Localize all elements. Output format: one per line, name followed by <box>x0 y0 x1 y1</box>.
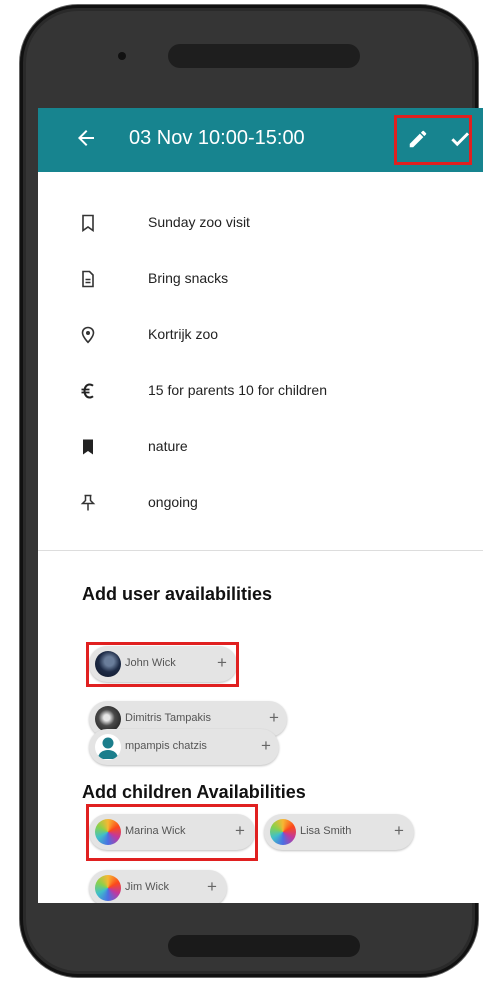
check-icon[interactable] <box>448 128 472 150</box>
children-section-title: Add children Availabilities <box>82 782 306 802</box>
add-icon[interactable]: + <box>394 822 404 840</box>
event-location: Kortrijk zoo <box>148 326 219 342</box>
event-category: nature <box>148 438 188 454</box>
arrow-left-icon[interactable] <box>74 126 98 150</box>
avatar <box>95 875 121 901</box>
child-name: Lisa Smith <box>300 825 352 837</box>
avatar <box>95 734 121 760</box>
euro-icon <box>81 383 94 399</box>
add-icon[interactable]: + <box>269 709 279 727</box>
event-title: Sunday zoo visit <box>148 214 250 230</box>
user-chip-mpampis-chatzis[interactable]: mpampis chatzis + <box>89 729 279 765</box>
add-icon[interactable]: + <box>207 878 217 896</box>
event-description: Bring snacks <box>148 270 229 286</box>
add-icon[interactable]: + <box>261 737 271 755</box>
pushpin-icon <box>80 494 96 511</box>
bookmark-outline-icon <box>82 214 94 232</box>
highlight-john-wick <box>86 642 239 687</box>
event-cost: 15 for parents 10 for children <box>148 382 327 398</box>
users-section-title: Add user availabilities <box>82 584 273 604</box>
event-status: ongoing <box>148 494 198 510</box>
bottom-speaker <box>168 935 360 957</box>
avatar <box>270 819 296 845</box>
document-icon <box>82 270 94 288</box>
app-bar: 03 Nov 10:00-15:00 <box>38 108 483 172</box>
section-divider <box>38 550 483 551</box>
child-name: Jim Wick <box>125 881 169 893</box>
user-name: Dimitris Tampakis <box>125 712 211 724</box>
user-name: mpampis chatzis <box>125 740 207 752</box>
child-chip-lisa-smith[interactable]: Lisa Smith + <box>264 814 414 850</box>
location-pin-icon <box>81 326 95 344</box>
app-screen: 03 Nov 10:00-15:00 Sunday zoo visit Brin… <box>38 108 483 903</box>
front-camera <box>118 52 126 60</box>
person-icon <box>98 737 118 759</box>
bookmark-filled-icon <box>83 439 93 455</box>
event-date-title: 03 Nov 10:00-15:00 <box>129 127 305 149</box>
pencil-icon[interactable] <box>407 128 429 150</box>
child-chip-jim-wick[interactable]: Jim Wick + <box>89 870 227 903</box>
earpiece-speaker <box>168 44 360 68</box>
highlight-marina-wick <box>86 804 258 861</box>
